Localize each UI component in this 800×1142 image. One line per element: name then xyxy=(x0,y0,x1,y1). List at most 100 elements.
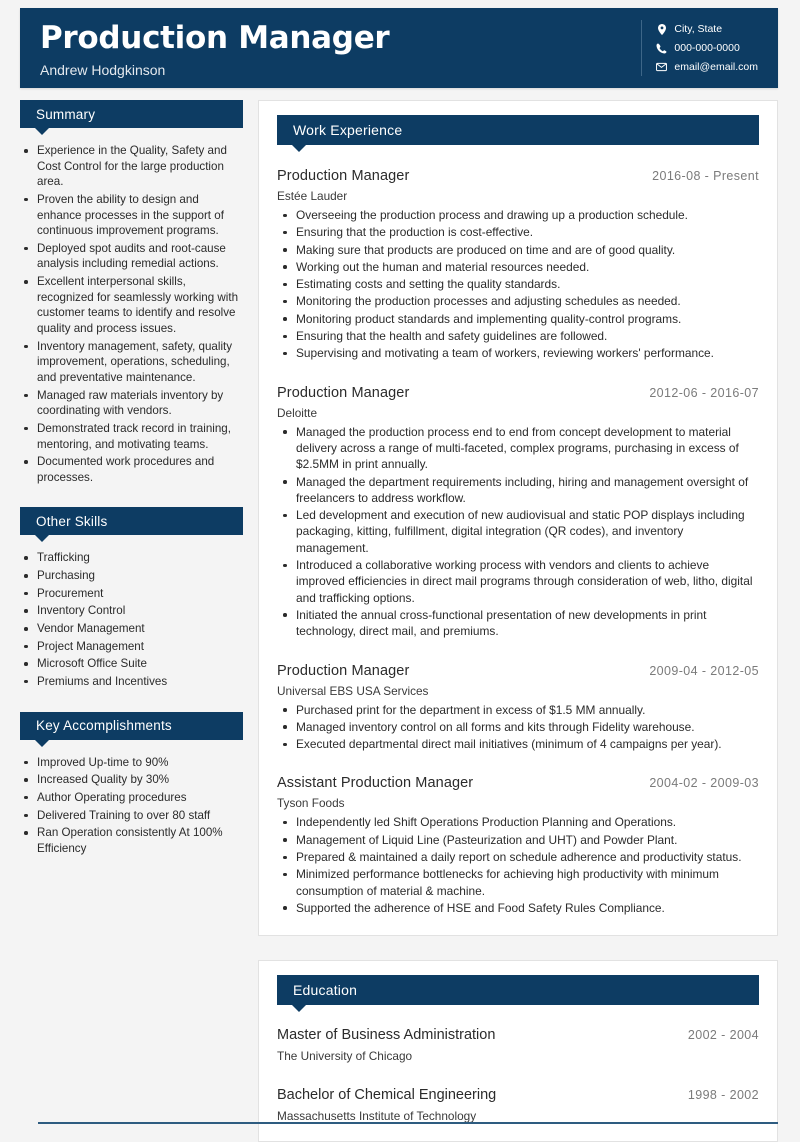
list-item: Managed raw materials inventory by coord… xyxy=(20,388,243,419)
list-item: Managed inventory control on all forms a… xyxy=(277,719,759,735)
list-item: Delivered Training to over 80 staff xyxy=(20,808,243,824)
job-bullet-list: Overseeing the production process and dr… xyxy=(277,207,759,362)
list-item: Deployed spot audits and root-cause anal… xyxy=(20,241,243,272)
footer-divider xyxy=(38,1122,778,1124)
job-date: 2004-02 - 2009-03 xyxy=(649,776,759,791)
list-item: Estimating costs and setting the quality… xyxy=(277,276,759,292)
section-heading-key-accomplishments: Key Accomplishments xyxy=(20,711,243,747)
list-item: Premiums and Incentives xyxy=(20,674,243,690)
section-summary: Summary Experience in the Quality, Safet… xyxy=(20,100,243,485)
list-item: Inventory Control xyxy=(20,603,243,619)
list-item: Prepared & maintained a daily report on … xyxy=(277,849,759,865)
work-entry: Production Manager 2009-04 - 2012-05 Uni… xyxy=(277,663,759,753)
degree-title: Bachelor of Chemical Engineering xyxy=(277,1087,497,1104)
resume-body: Summary Experience in the Quality, Safet… xyxy=(20,100,778,1142)
work-entry-header: Assistant Production Manager 2004-02 - 2… xyxy=(277,775,759,791)
envelope-icon xyxy=(656,62,668,73)
list-item: Initiated the annual cross-functional pr… xyxy=(277,607,759,640)
list-item: Trafficking xyxy=(20,550,243,566)
list-item: Demonstrated track record in training, m… xyxy=(20,421,243,452)
job-date: 2012-06 - 2016-07 xyxy=(649,385,759,400)
job-date: 2016-08 - Present xyxy=(652,169,759,183)
section-heading-other-skills: Other Skills xyxy=(20,507,243,543)
list-item: Executed departmental direct mail initia… xyxy=(277,736,759,752)
contact-location-text: City, State xyxy=(674,23,723,35)
section-heading-summary: Summary xyxy=(20,100,243,135)
work-entry-header: Production Manager 2012-06 - 2016-07 xyxy=(277,385,759,401)
list-item: Vendor Management xyxy=(20,621,243,637)
contact-phone: 000-000-0000 xyxy=(656,42,758,54)
list-item: Monitoring product standards and impleme… xyxy=(277,311,759,327)
degree-title: Master of Business Administration xyxy=(277,1027,496,1044)
work-entry: Assistant Production Manager 2004-02 - 2… xyxy=(277,775,759,916)
job-organization: Deloitte xyxy=(277,405,317,420)
work-entry: Production Manager 2012-06 - 2016-07 Del… xyxy=(277,385,759,640)
header-identity: Production Manager Andrew Hodgkinson xyxy=(20,8,641,88)
list-item: Supervising and motivating a team of wor… xyxy=(277,345,759,361)
job-title: Production Manager xyxy=(277,662,410,679)
job-title: Production Manager xyxy=(277,384,410,401)
education-entry-header: Bachelor of Chemical Engineering 1998 - … xyxy=(277,1087,759,1103)
job-bullet-list: Managed the production process end to en… xyxy=(277,424,759,640)
job-title: Production Manager xyxy=(277,168,410,184)
list-item: Monitoring the production processes and … xyxy=(277,293,759,309)
list-item: Managed the production process end to en… xyxy=(277,424,759,473)
phone-icon xyxy=(656,43,667,54)
education-entry: Bachelor of Chemical Engineering 1998 - … xyxy=(277,1087,759,1123)
section-key-accomplishments: Key Accomplishments Improved Up-time to … xyxy=(20,711,243,857)
degree-date: 1998 - 2002 xyxy=(687,1088,759,1103)
contact-email: email@email.com xyxy=(656,61,758,73)
work-entry-header: Production Manager 2016-08 - Present xyxy=(277,168,759,184)
summary-list: Experience in the Quality, Safety and Co… xyxy=(20,143,243,485)
list-item: Led development and execution of new aud… xyxy=(277,507,759,556)
list-item: Management of Liquid Line (Pasteurizatio… xyxy=(277,832,759,848)
school-name: The University of Chicago xyxy=(277,1049,413,1064)
list-item: Inventory management, safety, quality im… xyxy=(20,339,243,386)
section-other-skills: Other Skills Trafficking Purchasing Proc… xyxy=(20,507,243,689)
job-bullet-list: Purchased print for the department in ex… xyxy=(277,702,759,753)
list-item: Supported the adherence of HSE and Food … xyxy=(277,900,759,916)
list-item: Introduced a collaborative working proce… xyxy=(277,557,759,606)
list-item: Experience in the Quality, Safety and Co… xyxy=(20,143,243,190)
job-bullet-list: Independently led Shift Operations Produ… xyxy=(277,814,759,916)
job-title: Assistant Production Manager xyxy=(277,775,474,792)
list-item: Documented work procedures and processes… xyxy=(20,454,243,485)
list-item: Ensuring that the health and safety guid… xyxy=(277,328,759,344)
candidate-name: Andrew Hodgkinson xyxy=(40,61,166,78)
main-column: Work Experience Production Manager 2016-… xyxy=(258,100,778,1142)
list-item: Procurement xyxy=(20,586,243,602)
other-skills-list: Trafficking Purchasing Procurement Inven… xyxy=(20,550,243,689)
list-item: Purchased print for the department in ex… xyxy=(277,702,759,718)
list-item: Minimized performance bottlenecks for ac… xyxy=(277,866,759,899)
education-entry-header: Master of Business Administration 2002 -… xyxy=(277,1027,759,1043)
list-item: Independently led Shift Operations Produ… xyxy=(277,814,759,830)
section-heading-work-experience: Work Experience xyxy=(277,115,759,152)
work-entry: Production Manager 2016-08 - Present Est… xyxy=(277,168,759,362)
list-item: Ran Operation consistently At 100% Effic… xyxy=(20,825,243,856)
contact-location: City, State xyxy=(656,23,758,35)
location-pin-icon xyxy=(656,23,667,35)
list-item: Increased Quality by 30% xyxy=(20,772,243,788)
page-title: Production Manager xyxy=(40,20,390,56)
education-entry: Master of Business Administration 2002 -… xyxy=(277,1027,759,1063)
resume-page: Production Manager Andrew Hodgkinson Cit… xyxy=(0,0,800,1142)
list-item: Excellent interpersonal skills, recogniz… xyxy=(20,274,243,337)
list-item: Proven the ability to design and enhance… xyxy=(20,192,243,239)
job-date: 2009-04 - 2012-05 xyxy=(649,663,759,678)
contact-block: City, State 000-000-0000 email@email.com xyxy=(641,20,778,76)
resume-header: Production Manager Andrew Hodgkinson Cit… xyxy=(20,8,778,88)
list-item: Ensuring that the production is cost-eff… xyxy=(277,224,759,240)
list-item: Overseeing the production process and dr… xyxy=(277,207,759,223)
list-item: Microsoft Office Suite xyxy=(20,656,243,672)
work-entry-header: Production Manager 2009-04 - 2012-05 xyxy=(277,663,759,679)
card-work-experience: Work Experience Production Manager 2016-… xyxy=(258,100,778,937)
list-item: Working out the human and material resou… xyxy=(277,259,759,275)
list-item: Making sure that products are produced o… xyxy=(277,242,759,258)
sidebar: Summary Experience in the Quality, Safet… xyxy=(20,100,243,858)
job-organization: Universal EBS USA Services xyxy=(277,683,429,698)
card-education: Education Master of Business Administrat… xyxy=(258,960,778,1142)
contact-email-text: email@email.com xyxy=(674,61,758,73)
list-item: Improved Up-time to 90% xyxy=(20,755,243,771)
section-heading-education: Education xyxy=(277,975,759,1013)
list-item: Author Operating procedures xyxy=(20,790,243,806)
